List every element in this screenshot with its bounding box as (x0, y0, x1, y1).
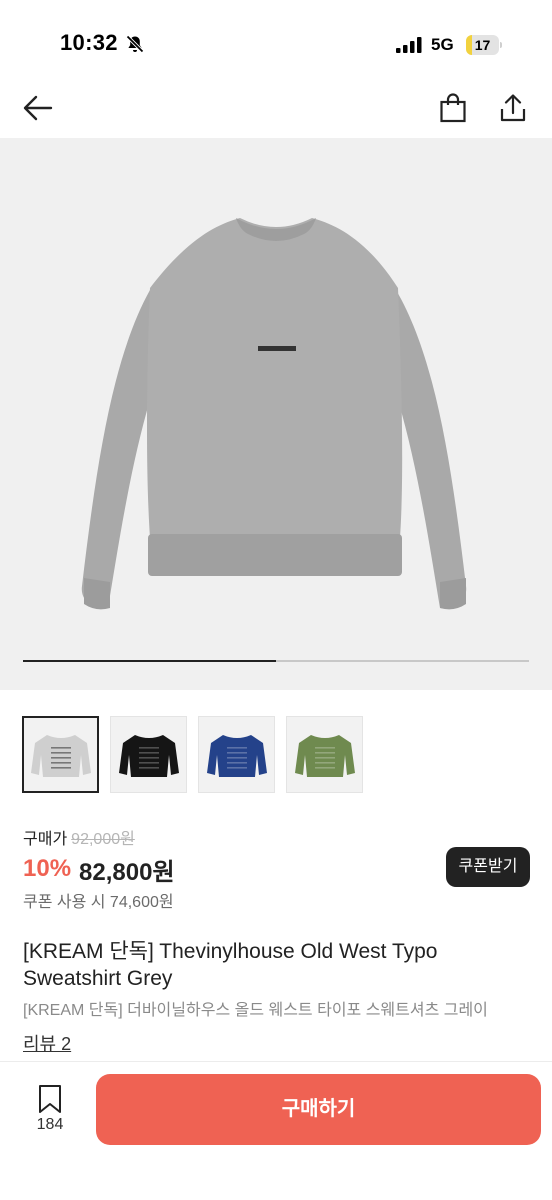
battery-level: 17 (474, 37, 491, 53)
network-label: 5G (431, 35, 454, 54)
wishlist-count: 184 (36, 1116, 64, 1133)
review-link[interactable]: 리뷰 2 (23, 1030, 71, 1056)
buy-price-row: 구매가 92,000원 (23, 826, 533, 848)
get-coupon-button[interactable]: 쿠폰받기 (446, 847, 530, 887)
back-button[interactable] (16, 86, 60, 130)
wishlist-button[interactable]: 184 (22, 1082, 78, 1142)
back-arrow-icon (23, 95, 53, 121)
coupon-price: 쿠폰 사용 시 74,600원 (23, 894, 174, 911)
status-time: 10:32 (60, 30, 118, 55)
sweatshirt-thumbnail-icon (118, 734, 179, 777)
sweatshirt-thumbnail-icon (30, 734, 91, 777)
discount-rate: 10% (23, 855, 72, 882)
thumbnail-list (22, 716, 363, 793)
sweatshirt-thumbnail-icon (206, 734, 267, 777)
product-subtitle: [KREAM 단독] 더바이닐하우스 올드 웨스트 타이포 스웨트셔츠 그레이 (23, 1002, 488, 1019)
thumbnail-olive[interactable] (286, 716, 363, 793)
thumbnail-black[interactable] (110, 716, 187, 793)
bookmark-icon (39, 1085, 61, 1113)
product-title: [KREAM 단독] Thevinylhouse Old West Typo S… (23, 940, 438, 990)
buy-button[interactable]: 구매하기 (96, 1074, 541, 1145)
share-icon (500, 94, 526, 122)
carousel-progress-track (23, 660, 529, 662)
shopping-bag-button[interactable] (431, 86, 475, 130)
sale-price: 82,800원 (79, 858, 175, 886)
sweatshirt-thumbnail-icon (294, 734, 355, 777)
thumbnail-navy[interactable] (198, 716, 275, 793)
signal-icon (396, 37, 422, 53)
battery-icon: 17 (466, 35, 502, 55)
original-price: 92,000원 (71, 831, 135, 848)
status-bar: 10:32 5G 17 (0, 0, 552, 80)
top-nav (0, 80, 552, 136)
product-image-carousel[interactable] (0, 138, 552, 690)
sweatshirt-image (81, 218, 467, 610)
bell-off-icon (126, 35, 144, 53)
share-button[interactable] (491, 86, 535, 130)
thumbnail-grey[interactable] (22, 716, 99, 793)
buy-price-label: 구매가 (23, 831, 68, 848)
carousel-progress-fill (23, 660, 276, 662)
bottom-action-bar: 184 구매하기 (0, 1061, 552, 1200)
shopping-bag-icon (440, 93, 466, 123)
